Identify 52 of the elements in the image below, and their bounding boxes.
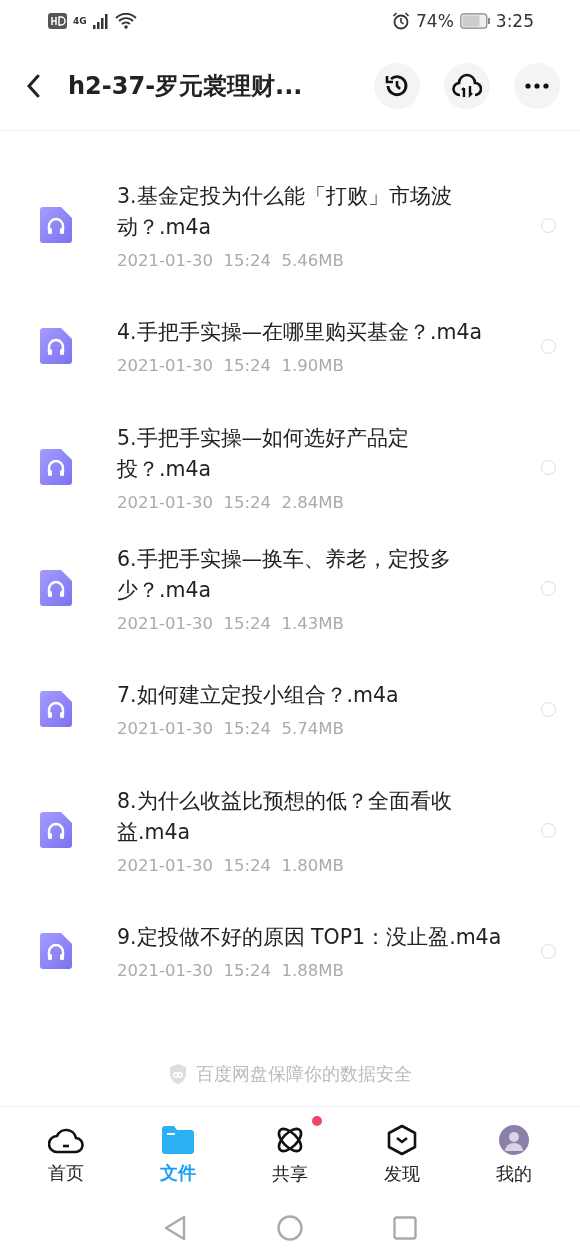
chevron-left-icon [26,74,40,98]
folder-title: h2-37-罗元裳理财... [68,71,304,102]
nav-tab[interactable]: 我的 [458,1116,570,1190]
alarm-icon [392,12,410,30]
square-recents-icon [393,1216,417,1240]
wifi-icon [114,13,137,29]
file-name: 7.如何建立定投小组合？.m4a [117,682,400,709]
file-details: 2021-01-30 15:24 1.90MB [117,356,345,375]
security-note: 百度网盘保障你的数据安全 [196,1062,412,1086]
network-label: 4G [73,16,87,26]
nav-tab[interactable]: 共享 [234,1116,346,1190]
back-nav-button[interactable] [163,1215,187,1241]
more-button[interactable] [514,63,560,109]
nav-tab[interactable]: 首页 [10,1117,122,1189]
file-details: 2021-01-30 15:24 5.46MB [117,250,345,270]
file-details: 2021-01-30 15:24 1.88MB [117,961,345,980]
cloud-transfer-button[interactable] [444,63,490,109]
file-details: 2021-01-30 15:24 5.74MB [117,719,345,738]
recents-nav-button[interactable] [393,1216,417,1240]
history-button[interactable] [374,63,420,109]
file-details: 2021-01-30 15:24 1.80MB [117,855,345,875]
battery-percent: 74% [416,11,454,31]
shield-icon [168,1063,188,1085]
clock-time: 3:25 [495,11,534,31]
history-icon [384,73,410,99]
avatar-icon [498,1124,530,1156]
battery-icon [459,13,490,29]
audio-file-icon [40,691,72,727]
file-name: 4.手把手实操—在哪里购买基金？.m4a [117,319,484,346]
cloud-transfer-icon [452,73,482,99]
file-name: 5.手把手实操—如何选好产品定投？.m4a [117,424,411,483]
nav-tab[interactable]: 发现 [346,1116,458,1190]
folder-icon [161,1125,195,1155]
audio-file-icon [40,570,72,606]
circle-home-icon [277,1215,303,1241]
file-name: 3.基金定投为什么能「打败」市场波动？.m4a [117,182,453,241]
audio-file-icon [40,449,72,485]
triangle-back-icon [163,1215,187,1241]
signal-icon [92,13,109,29]
audio-file-icon [40,207,72,243]
file-details: 2021-01-30 15:24 1.43MB [117,613,345,633]
file-details: 2021-01-30 15:24 2.84MB [117,492,345,512]
audio-file-icon [40,328,72,364]
hexagon-clock-icon [386,1124,418,1156]
audio-file-icon [40,933,72,969]
audio-file-icon [40,812,72,848]
more-icon [525,83,549,89]
hd-icon [48,13,67,29]
home-nav-button[interactable] [277,1215,303,1241]
file-name: 8.为什么收益比预想的低？全面看收益.m4a [117,787,453,846]
file-name: 9.定投做不好的原因 TOP1：没止盈.m4a [117,924,502,951]
file-name: 6.手把手实操—换车、养老，定投多少？.m4a [117,545,453,604]
